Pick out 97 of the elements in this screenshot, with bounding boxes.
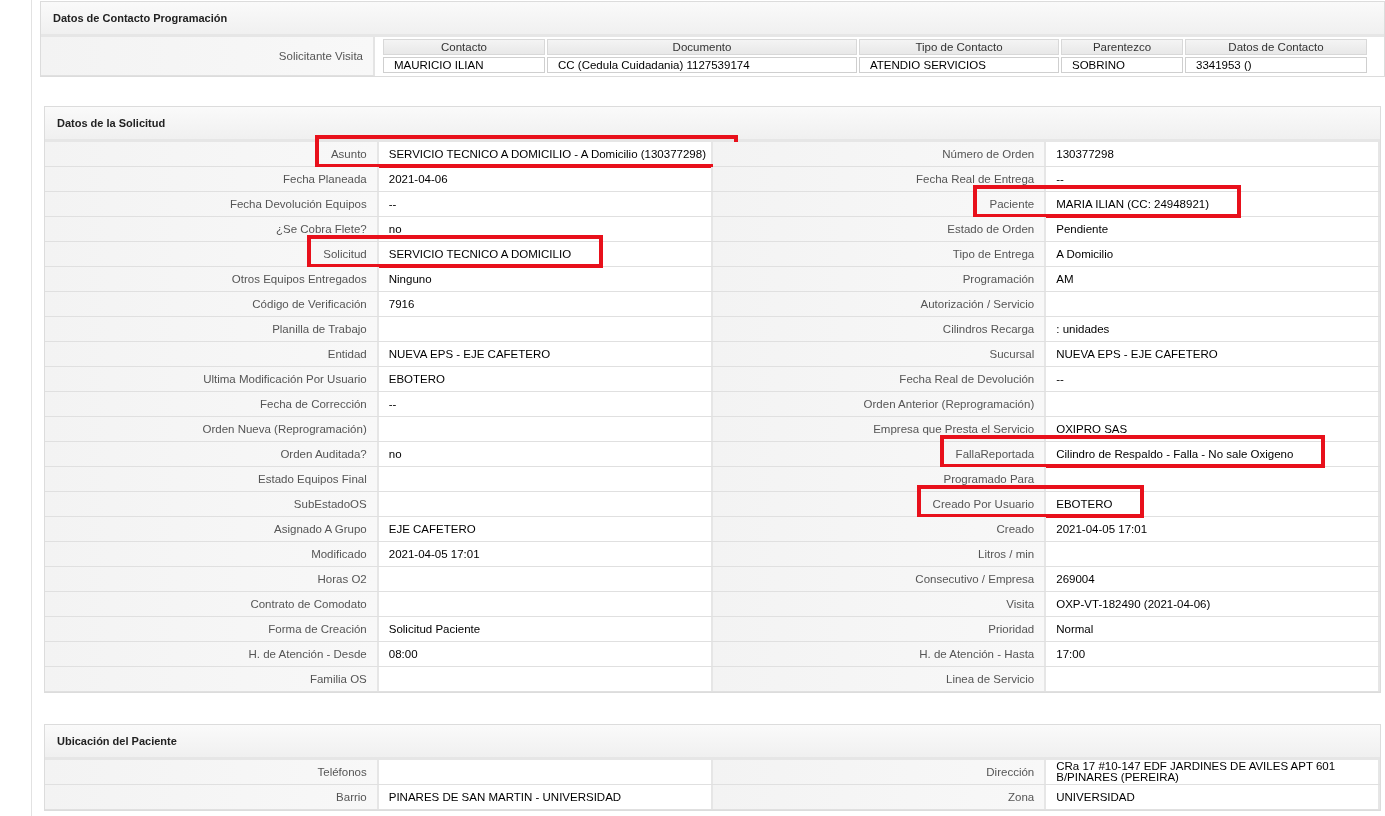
field-label: Programado Para — [943, 473, 1035, 485]
table-cell: CC (Cedula Cuidadania) 1127539174 — [547, 57, 857, 73]
field-value: NUEVA EPS - EJE CAFETERO — [388, 348, 551, 360]
field-label: Otros Equipos Entregados — [231, 273, 367, 285]
field-label: Creado — [996, 523, 1035, 535]
column-header: Tipo de Contacto — [859, 39, 1059, 55]
field-label: Dirección — [986, 766, 1035, 778]
field-label: Asignado A Grupo — [274, 523, 367, 535]
field-value: A Domicilio — [1056, 248, 1114, 260]
field-label: Orden Anterior (Reprogramación) — [863, 398, 1035, 410]
field-label: H. de Atención - Desde — [248, 648, 367, 660]
field-label: Linea de Servicio — [946, 673, 1035, 685]
field-value: PINARES DE SAN MARTIN - UNIVERSIDAD — [388, 791, 622, 803]
field-label: Fecha Real de Entrega — [915, 173, 1035, 185]
field-value: 2021-04-05 17:01 — [1056, 523, 1148, 535]
field-value: Cilindro de Respaldo - Falla - No sale Oxigeno — [1056, 448, 1294, 460]
field-label: ¿Se Cobra Flete? — [276, 223, 367, 235]
field-value: OXIPRO SAS — [1056, 423, 1128, 435]
field-label: Paciente — [989, 198, 1035, 210]
field-label: Familia OS — [309, 673, 367, 685]
field-label: Horas O2 — [317, 573, 367, 585]
field-label: Tipo de Entrega — [952, 248, 1035, 260]
field-value: 269004 — [1056, 573, 1095, 585]
field-value: 7916 — [388, 298, 415, 310]
table-cell: SOBRINO — [1061, 57, 1183, 73]
field-value: AM — [1056, 273, 1074, 285]
field-value: 130377298 — [1056, 148, 1114, 160]
field-value: 17:00 — [1056, 648, 1086, 660]
field-label: Número de Orden — [942, 148, 1035, 160]
section-title: Datos de la Solicitud — [45, 107, 1380, 142]
field-value: 2021-04-05 17:01 — [388, 548, 480, 560]
field-label: Fecha Planeada — [283, 173, 367, 185]
field-label: Solicitud — [323, 248, 367, 260]
field-label: Ultima Modificación Por Usuario — [203, 373, 367, 385]
column-header: Contacto — [383, 39, 545, 55]
table-cell: ATENDIO SERVICIOS — [859, 57, 1059, 73]
field-label: H. de Atención - Hasta — [919, 648, 1035, 660]
field-value: Ninguno — [388, 273, 432, 285]
field-label: Modificado — [311, 548, 367, 560]
field-label: Orden Auditada? — [280, 448, 367, 460]
field-value: 08:00 — [388, 648, 418, 660]
column-header: Parentezco — [1061, 39, 1183, 55]
field-label: Zona — [1008, 791, 1035, 803]
table-cell: 3341953 () — [1185, 57, 1367, 73]
field-value: -- — [1056, 373, 1064, 385]
field-value: no — [388, 223, 402, 235]
field-label: Estado Equipos Final — [258, 473, 367, 485]
field-label: Programación — [962, 273, 1035, 285]
field-value: MARIA ILIAN (CC: 24948921) — [1056, 198, 1209, 210]
field-label: Prioridad — [988, 623, 1035, 635]
field-value: OXP-VT-182490 (2021-04-06) — [1056, 598, 1211, 610]
field-label: Código de Verificación — [252, 298, 367, 310]
field-value: EBOTERO — [388, 373, 445, 385]
section-title: Datos de Contacto Programación — [41, 2, 1384, 37]
field-value: -- — [388, 398, 397, 410]
field-value: UNIVERSIDAD — [1056, 791, 1135, 803]
field-label: Visita — [1006, 598, 1035, 610]
field-label: Entidad — [327, 348, 367, 360]
field-label: Teléfonos — [317, 766, 367, 778]
field-label: Fecha Devolución Equipos — [229, 198, 367, 210]
field-label: Litros / min — [978, 548, 1035, 560]
field-label: Fecha de Corrección — [260, 398, 367, 410]
column-header: Datos de Contacto — [1185, 39, 1367, 55]
column-header: Documento — [547, 39, 857, 55]
field-value: Normal — [1056, 623, 1094, 635]
field-label: Creado Por Usuario — [932, 498, 1035, 510]
section-title: Ubicación del Paciente — [45, 725, 1380, 760]
field-value: EBOTERO — [1056, 498, 1113, 510]
field-label: Estado de Orden — [947, 223, 1035, 235]
field-value: NUEVA EPS - EJE CAFETERO — [1056, 348, 1218, 360]
field-label: Asunto — [330, 148, 367, 160]
table-cell: MAURICIO ILIAN — [383, 57, 545, 73]
field-label: Forma de Creación — [268, 623, 367, 635]
field-label: Contrato de Comodato — [250, 598, 367, 610]
field-value: EJE CAFETERO — [388, 523, 476, 535]
field-label: Empresa que Presta el Servicio — [873, 423, 1035, 435]
field-label: Fecha Real de Devolución — [899, 373, 1035, 385]
field-value: -- — [388, 198, 397, 210]
field-value: -- — [1056, 173, 1064, 185]
field-label: Sucursal — [989, 348, 1035, 360]
field-value: : unidades — [1056, 323, 1110, 335]
field-label: Cilindros Recarga — [942, 323, 1035, 335]
field-label: Autorización / Servicio — [920, 298, 1035, 310]
field-value: Pendiente — [1056, 223, 1109, 235]
field-label: SubEstadoOS — [293, 498, 367, 510]
field-label: Solicitante Visita — [278, 50, 363, 62]
field-value: 2021-04-06 — [388, 173, 448, 185]
field-value: SERVICIO TECNICO A DOMICILIO - A Domicilio (130377298) — [388, 148, 706, 160]
field-label: Planilla de Trabajo — [272, 323, 367, 335]
field-value: Solicitud Paciente — [388, 623, 481, 635]
field-value: no — [388, 448, 402, 460]
field-label: Consecutivo / Empresa — [915, 573, 1035, 585]
field-label: FallaReportada — [955, 448, 1035, 460]
field-label: Barrio — [336, 791, 367, 803]
field-label: Orden Nueva (Reprogramación) — [202, 423, 367, 435]
field-value: CRa 17 #10-147 EDF JARDINES DE AVILES APT 601 B/PINARES (PEREIRA) — [1056, 761, 1337, 783]
field-value: SERVICIO TECNICO A DOMICILIO — [388, 248, 572, 260]
